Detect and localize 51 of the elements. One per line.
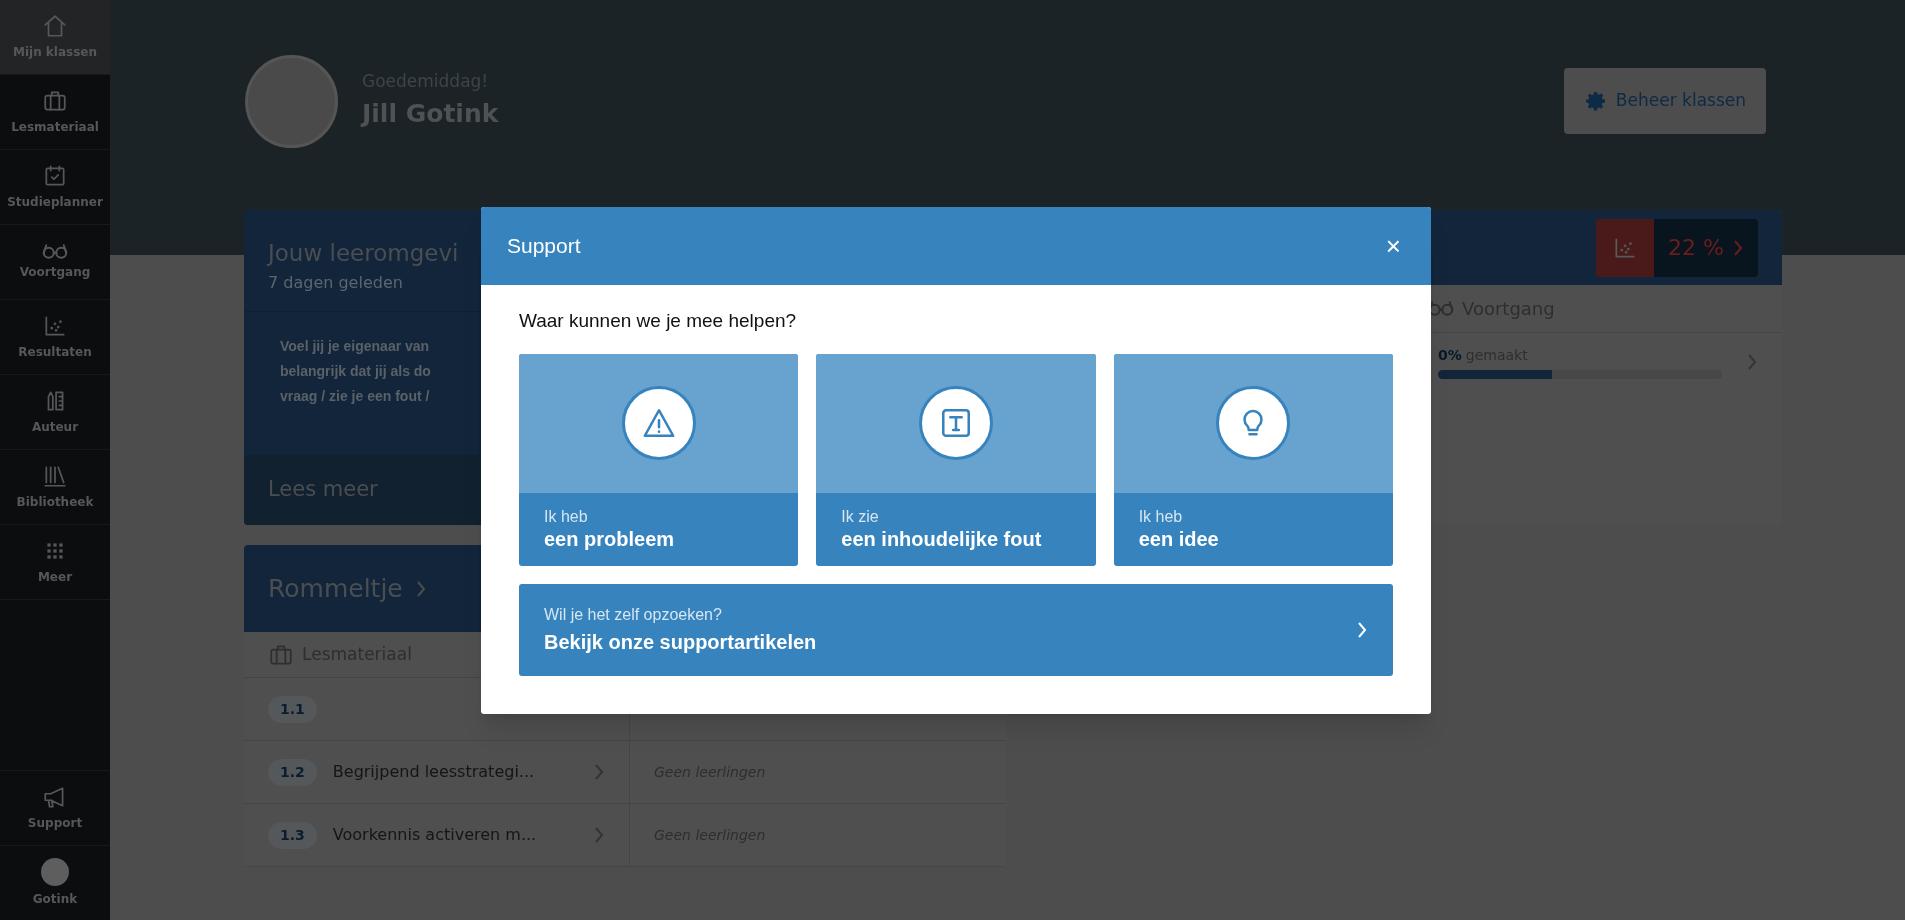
sidebar-item[interactable]: Support bbox=[0, 770, 110, 845]
news-text: vraag / zie je een fout / bbox=[280, 386, 430, 406]
chevron-right-icon bbox=[593, 763, 605, 781]
support-option-tile[interactable]: Ik zie een inhoudelijke fout bbox=[816, 353, 1096, 566]
date-text: 7 dagen geleden bbox=[268, 271, 403, 294]
settings-icon bbox=[1583, 89, 1608, 113]
manage-classes-button[interactable]: Beheer klassen bbox=[1563, 68, 1766, 134]
books-icon bbox=[42, 463, 68, 489]
card-title: Jouw leeromgevi bbox=[268, 239, 459, 268]
sidebar-item[interactable]: Auteur bbox=[0, 375, 110, 450]
option-label: een inhoudelijke fout bbox=[841, 526, 1043, 552]
option-intro: Ik heb bbox=[1138, 506, 1184, 527]
chapter-number: 1.1 bbox=[268, 695, 317, 723]
score-value: 22 % bbox=[1654, 218, 1758, 277]
text-box-icon bbox=[939, 406, 973, 440]
news-text: Voel jij je eigenaar van bbox=[280, 336, 430, 356]
sidebar-item[interactable]: Resultaten bbox=[0, 300, 110, 375]
chevron-right-icon bbox=[1732, 238, 1744, 257]
close-button[interactable]: × bbox=[1381, 233, 1405, 259]
chevron-right-icon bbox=[1356, 620, 1368, 639]
home-icon bbox=[42, 13, 68, 39]
support-option-tile[interactable]: Ik heb een idee bbox=[1113, 353, 1393, 566]
dialog-title: Support bbox=[507, 233, 581, 260]
dialog-question: Waar kunnen we je mee helpen? bbox=[519, 309, 798, 333]
group-title[interactable]: Rommeltje bbox=[268, 569, 403, 608]
glasses-icon bbox=[1428, 301, 1454, 316]
news-text: belangrijk dat jij als do bbox=[280, 361, 431, 381]
option-label: een probleem bbox=[544, 526, 676, 552]
sidebar-item[interactable]: Bibliotheek bbox=[0, 450, 110, 525]
articles-label: Bekijk onze supportartikelen bbox=[544, 629, 817, 655]
progress-percent: 0% bbox=[1438, 346, 1462, 365]
calendar-icon bbox=[42, 163, 68, 189]
sidebar-item[interactable]: Gotink bbox=[0, 845, 110, 920]
chevron-right-icon bbox=[414, 579, 427, 598]
briefcase-icon bbox=[42, 88, 68, 114]
lesson-title[interactable]: Voorkennis activeren m... bbox=[332, 823, 577, 847]
warning-icon bbox=[641, 406, 676, 440]
chevron-right-icon bbox=[593, 826, 605, 844]
glasses-icon bbox=[42, 243, 68, 259]
support-option-tile[interactable]: Ik heb een probleem bbox=[519, 353, 799, 566]
sidebar-item[interactable]: Meer bbox=[0, 525, 110, 600]
option-intro: Ik heb bbox=[544, 506, 589, 527]
option-intro: Ik zie bbox=[841, 506, 880, 527]
option-label: een idee bbox=[1138, 526, 1220, 552]
chapter-number: 1.3 bbox=[268, 821, 317, 849]
support-articles-button[interactable]: Wil je het zelf opzoeken? Bekijk onze supportartikelen bbox=[519, 583, 1393, 676]
chapter-number: 1.2 bbox=[268, 758, 317, 786]
articles-intro: Wil je het zelf opzoeken? bbox=[544, 604, 723, 625]
chevron-right-icon bbox=[1746, 353, 1758, 371]
score-badge[interactable]: 22 % bbox=[1596, 218, 1758, 277]
lesson-title[interactable]: Begrijpend leesstrategi... bbox=[332, 760, 577, 784]
